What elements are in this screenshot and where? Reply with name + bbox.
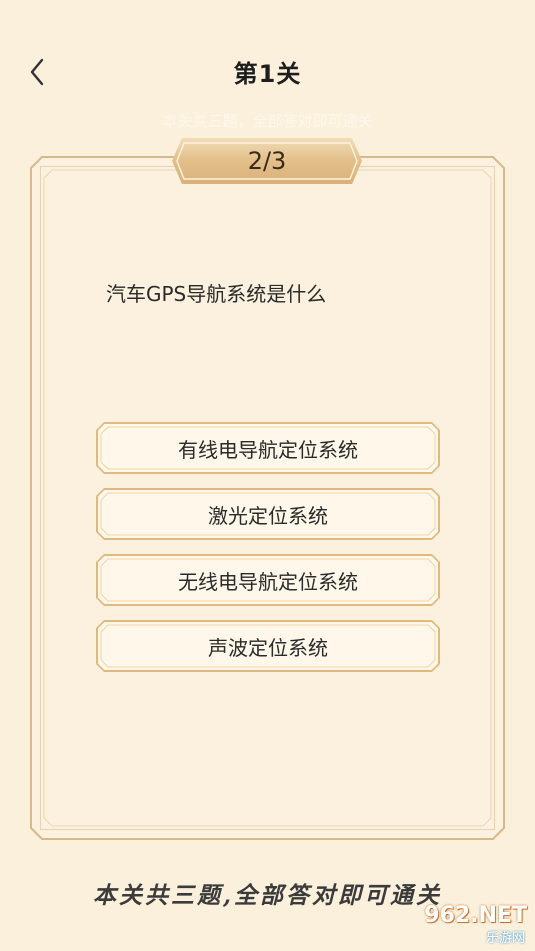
option-d-label: 声波定位系统	[208, 635, 328, 660]
watermark: 962.NET 乐游网	[405, 903, 527, 946]
progress-badge: 2/3	[172, 138, 362, 184]
watermark-logo: 962.NET	[424, 903, 527, 928]
option-a-button[interactable]: 有线电导航定位系统	[96, 422, 440, 474]
hint-text: 本关共三题，全部答对即可通关	[162, 112, 373, 130]
page-title: 第1关	[233, 60, 302, 88]
option-b-label: 激光定位系统	[208, 503, 328, 528]
option-b-button[interactable]: 激光定位系统	[96, 488, 440, 540]
option-a-label: 有线电导航定位系统	[178, 437, 358, 462]
progress-label: 2/3	[247, 147, 287, 175]
option-c-button[interactable]: 无线电导航定位系统	[96, 554, 440, 606]
watermark-subtext: 乐游网	[485, 931, 525, 946]
option-c-label: 无线电导航定位系统	[178, 569, 358, 594]
option-d-button[interactable]: 声波定位系统	[96, 620, 440, 672]
question-text: 汽车GPS导航系统是什么	[106, 282, 327, 306]
quiz-screen: 第1关 本关共三题，全部答对即可通关 2/3 汽车GPS导航系统是什么 有线电导…	[0, 0, 535, 951]
